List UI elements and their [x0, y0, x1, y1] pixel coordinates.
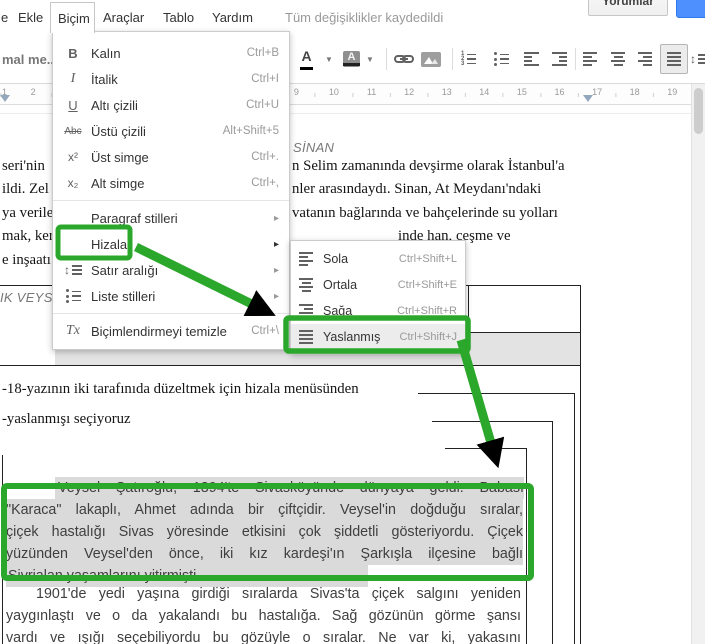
format-menu-panel: B Kalın Ctrl+B I İtalik Ctrl+I U Altı çi… — [52, 31, 290, 350]
submenu-item-yaslanmis[interactable]: Yaslanmış Ctrl+Shift+J — [291, 324, 465, 350]
menu-item-liste-stilleri[interactable]: Liste stilleri ▸ — [53, 283, 289, 309]
submenu-arrow-icon: ▸ — [273, 290, 279, 302]
frame-line — [2, 455, 3, 644]
menubar: e Ekle Araçlar Tablo Yardım Tüm değişikl… — [0, 0, 705, 34]
frame-line — [432, 421, 553, 422]
doc-text-fragment: mak, ker — [2, 228, 54, 244]
doc-text-fragment: e inşaatı — [2, 252, 51, 268]
styles-dropdown[interactable]: mal me... — [2, 52, 58, 67]
toolbar-separator — [386, 48, 387, 70]
selected-paragraph-line: yüzünden Veysel'den önce, iki kız kardeş… — [6, 543, 523, 565]
numbered-list-icon[interactable]: 123 — [461, 48, 477, 70]
submenu-item-ortala[interactable]: Ortala Ctrl+Shift+E — [291, 272, 465, 298]
frame-line — [526, 448, 527, 644]
frame-line — [418, 393, 575, 394]
submenu-item-saga[interactable]: Sağa Ctrl+Shift+R — [291, 298, 465, 324]
superscript-icon: x² — [68, 150, 78, 164]
submenu-item-sola[interactable]: Sola Ctrl+Shift+L — [291, 246, 465, 272]
sinan-heading: SİNAN — [293, 140, 335, 155]
menu-item-italik[interactable]: I İtalik Ctrl+I — [53, 66, 289, 92]
menu-item-bicimlendirmeyi-temizle[interactable]: Tx Biçimlendirmeyi temizle Ctrl+\ — [53, 318, 289, 344]
doc-text-fragment: ya verile — [2, 205, 54, 221]
align-right-icon — [299, 304, 313, 318]
align-right-icon[interactable] — [638, 48, 652, 70]
highlight-color-caret-icon[interactable]: ▼ — [366, 48, 374, 70]
doc-text-fragment: vatanın bağlarında ve bahçelerinde su yo… — [292, 205, 558, 221]
scrollbar-thumb[interactable] — [694, 88, 703, 134]
vertical-scrollbar[interactable] — [691, 84, 705, 644]
submenu-arrow-icon: ▸ — [273, 264, 279, 276]
instruction-line: -18-yazının iki tarafınıda düzeltmek içi… — [2, 381, 359, 397]
menu-item-hizala[interactable]: Hizala ▸ — [53, 231, 289, 257]
align-left-icon — [299, 252, 313, 266]
paragraph-line: vardı ve ışığı seçebiliyordu bu gözüyle … — [6, 630, 521, 644]
menu-item-alt-simge[interactable]: x₂ Alt simge Ctrl+, — [53, 170, 289, 196]
left-margin-marker[interactable] — [0, 95, 10, 102]
table-border — [0, 365, 581, 366]
line-spacing-icon: ↕ — [61, 257, 85, 283]
underline-icon: U — [68, 97, 78, 113]
toolbar-separator — [575, 48, 576, 70]
highlight-color-icon[interactable]: A — [343, 48, 360, 70]
submenu-arrow-icon: ▸ — [273, 212, 279, 224]
submenu-arrow-icon: ▸ — [273, 238, 279, 250]
strikethrough-icon: Abc — [64, 125, 82, 137]
table-border — [466, 332, 580, 333]
comments-button[interactable]: Yorumlar — [588, 0, 668, 16]
menubar-item-yardim[interactable]: Yardım — [212, 10, 253, 25]
menu-separator — [53, 200, 289, 201]
menu-item-alti-cizili[interactable]: U Altı çizili Ctrl+U — [53, 92, 289, 118]
align-center-icon[interactable] — [611, 48, 625, 70]
insert-image-icon[interactable] — [421, 48, 441, 70]
doc-text-fragment: seri'nin — [2, 158, 45, 174]
menu-item-ustu-cizili[interactable]: Abc Üstü çizili Alt+Shift+5 — [53, 118, 289, 144]
decrease-indent-icon[interactable] — [524, 48, 539, 70]
menubar-item-araclar[interactable]: Araçlar — [103, 10, 144, 25]
paragraph-line: 1901'de yedi yaşına girdiği sıralarda Si… — [36, 586, 521, 602]
doc-text-fragment: ildi. Zel — [2, 181, 49, 197]
google-docs-window: seri'nin ildi. Zel ya verile mak, ker e … — [0, 0, 705, 644]
menubar-item-bicim[interactable]: Biçim — [50, 2, 95, 33]
frame-line — [574, 393, 575, 644]
subscript-icon: x₂ — [67, 176, 79, 190]
menu-separator — [53, 313, 289, 314]
text-color-icon[interactable]: A — [300, 48, 313, 70]
toolbar-separator — [452, 48, 453, 70]
clear-formatting-icon: Tx — [66, 323, 80, 338]
doc-text-fragment: nler arasındaydı. Sinan, At Meydanı'ndak… — [292, 181, 542, 197]
frame-line — [580, 285, 581, 644]
doc-text-fragment: n Selim zamanında devşirme olarak İstanb… — [292, 158, 565, 174]
selected-paragraph-line: çiçek hastalığı Sivas yöresinde etkisini… — [6, 521, 523, 543]
frame-line — [445, 448, 527, 449]
menubar-item-ekle[interactable]: Ekle — [18, 10, 43, 25]
align-center-icon — [299, 278, 313, 292]
frame-line — [468, 286, 469, 332]
instruction-line: -yaslanmışı seçiyoruz — [2, 411, 131, 427]
frame-line — [552, 421, 553, 644]
italic-icon: I — [70, 71, 76, 86]
menubar-item-tablo[interactable]: Tablo — [163, 10, 194, 25]
bold-icon: B — [68, 45, 78, 61]
list-styles-icon — [61, 283, 85, 309]
menu-item-ust-simge[interactable]: x² Üst simge Ctrl+. — [53, 144, 289, 170]
align-submenu-panel: Sola Ctrl+Shift+L Ortala Ctrl+Shift+E Sa… — [290, 240, 466, 354]
selected-paragraph-line: "Karaca" lakaplı, Ahmet adında bir çiftç… — [6, 499, 523, 521]
share-button[interactable] — [676, 0, 705, 18]
menu-item-satir-araligi[interactable]: ↕ Satır aralığı ▸ — [53, 257, 289, 283]
right-margin-marker[interactable] — [583, 95, 593, 102]
menu-item-kalin[interactable]: B Kalın Ctrl+B — [53, 40, 289, 66]
text-color-caret-icon[interactable]: ▼ — [325, 48, 333, 70]
insert-link-icon[interactable] — [394, 48, 414, 70]
menubar-item-clipped[interactable]: e — [1, 10, 8, 25]
menu-item-paragraf-stilleri[interactable]: Paragraf stilleri ▸ — [53, 205, 289, 231]
justify-icon — [299, 330, 313, 344]
justify-icon-active[interactable] — [660, 44, 688, 74]
save-status-text: Tüm değişiklikler kaydedildi — [285, 10, 444, 25]
selected-paragraph-line: Veysel Şatıroğlu, 1894'te Sivasköyünde d… — [55, 477, 524, 499]
line-spacing-icon[interactable]: ↕ — [690, 48, 705, 70]
bulleted-list-icon[interactable] — [494, 48, 509, 70]
increase-indent-icon[interactable] — [552, 48, 567, 70]
align-left-icon[interactable] — [583, 48, 597, 70]
paragraph-line: yaygınlaştı ve o da yakalandı bu hastalı… — [6, 608, 521, 624]
